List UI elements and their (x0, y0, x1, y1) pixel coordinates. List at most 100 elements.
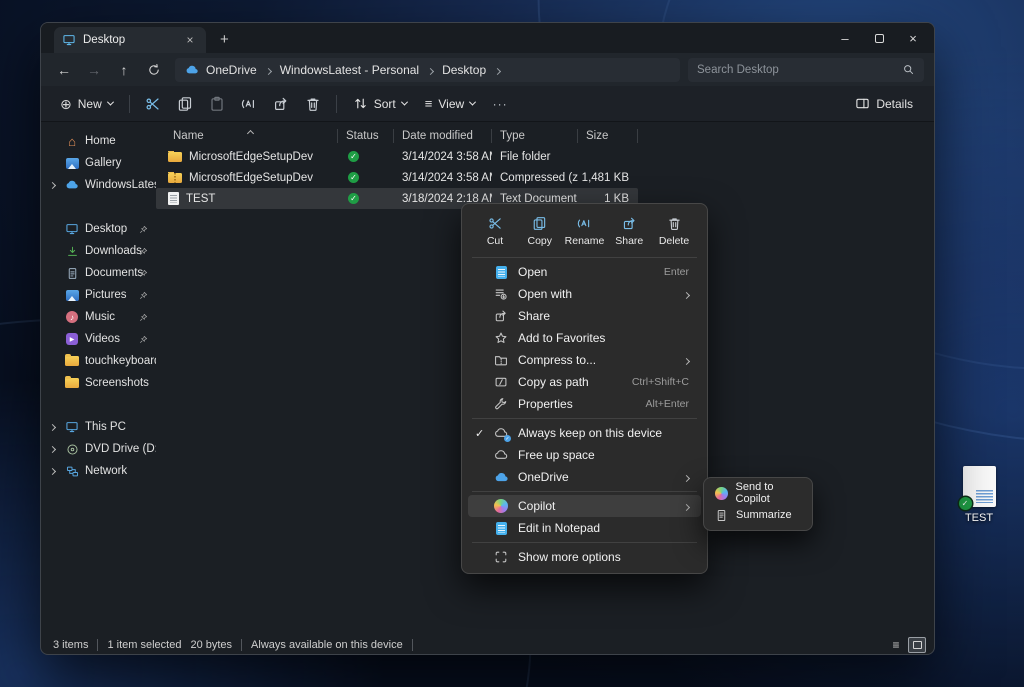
quick-action-cut[interactable]: Cut (474, 211, 516, 250)
close-button[interactable]: × (896, 23, 930, 53)
desktop-file-test[interactable]: ✓ TEST (951, 466, 1007, 524)
rename-button[interactable] (236, 90, 262, 118)
menu-item-label: Open with (518, 287, 572, 301)
dvd-drive-icon (65, 443, 79, 456)
sidebar-label: Music (85, 311, 115, 323)
submenu-item-send-to-copilot[interactable]: Send to Copilot (708, 482, 808, 504)
menu-item-share[interactable]: Share (468, 305, 701, 327)
quick-action-copy[interactable]: Copy (519, 211, 561, 250)
cut-button[interactable] (140, 90, 166, 118)
refresh-button[interactable] (139, 63, 169, 77)
folder-icon (65, 378, 79, 388)
expand-chevron-icon[interactable] (50, 179, 55, 191)
quick-action-share[interactable]: Share (608, 211, 650, 250)
menu-item-always-keep-on-device[interactable]: ✓ ✓ Always keep on this device (468, 422, 701, 444)
menu-item-copilot[interactable]: Copilot (468, 495, 701, 517)
submenu-item-summarize[interactable]: Summarize (708, 504, 808, 526)
menu-item-copy-as-path[interactable]: Copy as path Ctrl+Shift+C (468, 371, 701, 393)
menu-item-onedrive[interactable]: OneDrive (468, 466, 701, 488)
sidebar-label: WindowsLatest - Pe (85, 179, 156, 191)
new-button[interactable]: ⊕ New (51, 90, 122, 118)
address-bar[interactable]: OneDrive WindowsLatest - Personal Deskto… (175, 58, 680, 82)
menu-item-label: Copilot (518, 499, 555, 513)
text-lines-decoration (976, 490, 993, 503)
file-row-folder[interactable]: MicrosoftEdgeSetupDev ✓ 3/14/2024 3:58 A… (156, 146, 638, 167)
sidebar-item-touchkeyboard[interactable]: touchkeyboard (41, 350, 156, 372)
quick-action-delete[interactable]: Delete (653, 211, 695, 250)
submenu-chevron-icon (684, 353, 689, 367)
details-view-toggle[interactable]: ≡ (887, 637, 905, 653)
quick-action-rename[interactable]: Rename (564, 211, 606, 250)
menu-divider (472, 418, 697, 419)
share-button[interactable] (268, 90, 294, 118)
tab-close-icon[interactable]: × (182, 33, 198, 47)
sidebar-item-network[interactable]: Network (41, 460, 156, 482)
sort-button[interactable]: Sort (344, 90, 416, 118)
maximize-button[interactable] (862, 23, 896, 53)
sidebar-label: Gallery (85, 157, 121, 169)
expand-chevron-icon[interactable] (50, 443, 55, 455)
breadcrumb-desktop[interactable]: Desktop (442, 63, 486, 77)
star-icon (492, 331, 510, 345)
delete-button[interactable] (300, 90, 326, 118)
search-input[interactable] (697, 64, 902, 76)
menu-item-edit-in-notepad[interactable]: Edit in Notepad (468, 517, 701, 539)
sidebar-label: touchkeyboard (85, 355, 156, 367)
new-tab-button[interactable]: + (220, 31, 229, 48)
sync-status-icon: ✓ (348, 172, 359, 183)
details-pane-button[interactable]: Details (846, 90, 922, 118)
large-icons-view-toggle[interactable] (908, 637, 926, 653)
expand-chevron-icon[interactable] (50, 465, 55, 477)
submenu-chevron-icon (684, 499, 689, 513)
sidebar-item-documents[interactable]: Documents (41, 262, 156, 284)
menu-item-show-more-options[interactable]: Show more options (468, 546, 701, 568)
breadcrumb-onedrive[interactable]: OneDrive (206, 63, 257, 77)
sidebar-item-screenshots[interactable]: Screenshots (41, 372, 156, 394)
submenu-chevron-icon (684, 470, 689, 484)
expand-chevron-icon[interactable] (50, 421, 55, 433)
copilot-icon (715, 487, 728, 500)
pin-icon (139, 335, 148, 344)
sidebar-item-music[interactable]: ♪ Music (41, 306, 156, 328)
menu-divider (472, 257, 697, 258)
sidebar-item-downloads[interactable]: Downloads (41, 240, 156, 262)
menu-item-compress-to[interactable]: Compress to... (468, 349, 701, 371)
gallery-icon (65, 158, 79, 169)
onedrive-cloud-icon (492, 470, 510, 485)
copy-button[interactable] (172, 90, 198, 118)
column-header-type[interactable]: Type (492, 129, 578, 143)
more-options-button[interactable]: ··· (487, 90, 513, 118)
column-header-date-modified[interactable]: Date modified (394, 129, 492, 143)
column-header-size[interactable]: Size (578, 129, 638, 143)
forward-button[interactable]: → (79, 62, 109, 78)
back-button[interactable]: ← (49, 62, 79, 78)
menu-item-open-with[interactable]: Open with (468, 283, 701, 305)
sidebar-item-pictures[interactable]: Pictures (41, 284, 156, 306)
text-file-thumbnail-icon: ✓ (963, 466, 996, 507)
menu-item-free-up-space[interactable]: Free up space (468, 444, 701, 466)
minimize-button[interactable]: – (828, 23, 862, 53)
view-button-label: View (438, 97, 464, 111)
file-row-zip[interactable]: MicrosoftEdgeSetupDev ✓ 3/14/2024 3:58 A… (156, 167, 638, 188)
breadcrumb-account[interactable]: WindowsLatest - Personal (280, 63, 419, 77)
tab-desktop[interactable]: Desktop × (54, 27, 206, 53)
column-header-name[interactable]: Name (156, 129, 338, 143)
menu-item-properties[interactable]: Properties Alt+Enter (468, 393, 701, 415)
paste-button[interactable] (204, 90, 230, 118)
menu-item-label: Edit in Notepad (518, 521, 600, 535)
notepad-icon (492, 522, 510, 535)
sidebar-item-this-pc[interactable]: This PC (41, 416, 156, 438)
sidebar-item-desktop[interactable]: Desktop (41, 218, 156, 240)
menu-divider (472, 542, 697, 543)
view-button[interactable]: ≡ View (416, 90, 484, 118)
menu-item-open[interactable]: Open Enter (468, 261, 701, 283)
sidebar-item-videos[interactable]: ▶ Videos (41, 328, 156, 350)
sidebar-item-dvd-drive[interactable]: DVD Drive (D:) CCC (41, 438, 156, 460)
menu-item-add-to-favorites[interactable]: Add to Favorites (468, 327, 701, 349)
document-lines-icon (715, 509, 728, 522)
sidebar-item-gallery[interactable]: Gallery (41, 152, 156, 174)
sidebar-item-onedrive-account[interactable]: WindowsLatest - Pe (41, 174, 156, 196)
up-button[interactable]: ↑ (109, 62, 139, 78)
sidebar-item-home[interactable]: ⌂ Home (41, 130, 156, 152)
column-header-status[interactable]: Status (338, 129, 394, 143)
